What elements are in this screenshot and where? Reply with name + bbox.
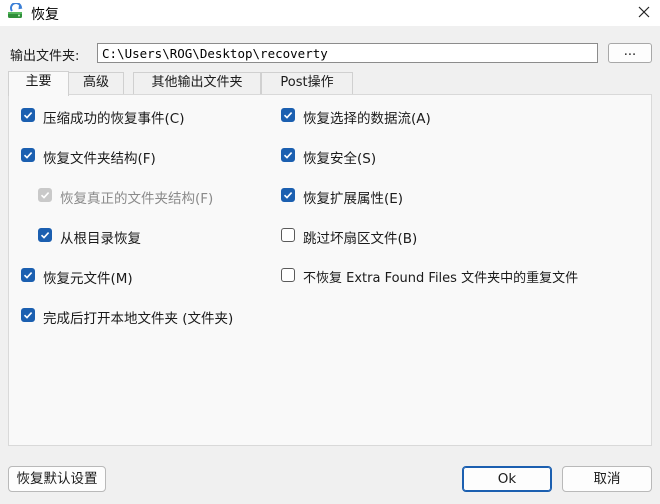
checkbox (38, 188, 52, 202)
option-label: 不恢复 Extra Found Files 文件夹中的重复文件 (303, 271, 579, 286)
option-label: 恢复选择的数据流(A) (303, 111, 431, 127)
tab-other-output-folders[interactable]: 其他输出文件夹 (133, 72, 261, 94)
checkbox[interactable] (21, 148, 35, 162)
recovery-drive-icon (7, 2, 25, 21)
output-folder-label: 输出文件夹: (10, 49, 80, 64)
checkbox[interactable] (281, 228, 295, 242)
close-button[interactable] (628, 0, 660, 24)
tab-main[interactable]: 主要 (8, 71, 69, 96)
restore-defaults-button[interactable]: 恢复默认设置 (8, 466, 106, 492)
checkbox[interactable] (281, 268, 295, 282)
checkbox[interactable] (281, 188, 295, 202)
output-folder-input[interactable] (97, 43, 598, 63)
cancel-button[interactable]: 取消 (562, 466, 652, 492)
checkbox[interactable] (21, 268, 35, 282)
option-label: 恢复扩展属性(E) (303, 191, 404, 207)
tab-advanced[interactable]: 高级 (68, 72, 124, 94)
browse-button[interactable]: ... (608, 43, 652, 63)
option-label: 从根目录恢复 (60, 231, 141, 247)
checkbox[interactable] (21, 308, 35, 322)
option-label: 跳过坏扇区文件(B) (303, 231, 418, 247)
option-label: 恢复真正的文件夹结构(F) (60, 191, 214, 207)
title-bar: 恢复 (0, 0, 660, 26)
checkbox[interactable] (281, 108, 295, 122)
window-title: 恢复 (31, 7, 59, 23)
option-label: 恢复文件夹结构(F) (43, 151, 156, 167)
checkbox[interactable] (21, 108, 35, 122)
option-label: 压缩成功的恢复事件(C) (43, 111, 185, 127)
close-icon (638, 4, 650, 19)
checkbox[interactable] (281, 148, 295, 162)
checkbox[interactable] (38, 228, 52, 242)
tab-post-actions[interactable]: Post操作 (261, 72, 353, 94)
option-label: 完成后打开本地文件夹 (文件夹) (43, 311, 234, 327)
ok-button[interactable]: Ok (462, 466, 552, 492)
option-label: 恢复安全(S) (303, 151, 377, 167)
option-label: 恢复元文件(M) (43, 271, 133, 287)
